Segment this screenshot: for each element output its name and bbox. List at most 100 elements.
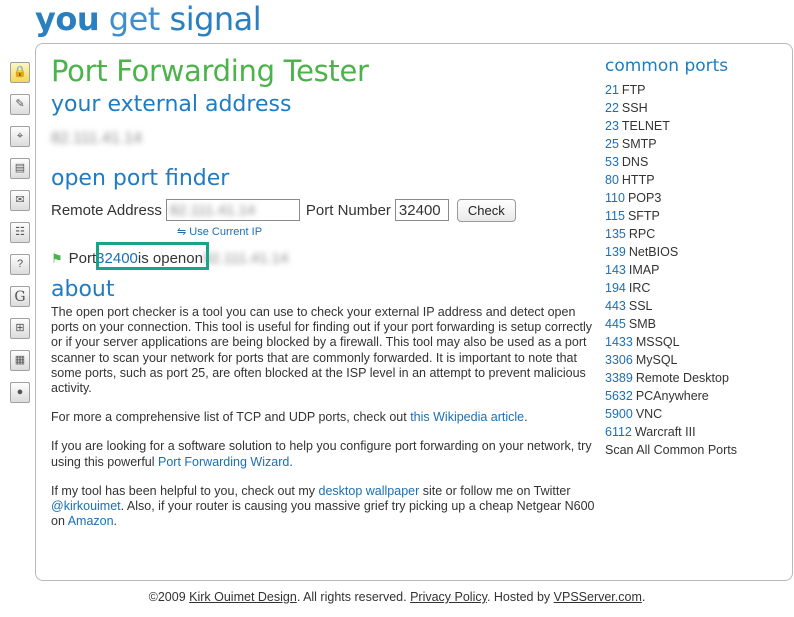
port-item[interactable]: 21 FTP: [605, 81, 785, 99]
port-item[interactable]: 22 SSH: [605, 99, 785, 117]
about-p3-end: .: [289, 454, 293, 469]
footer-rights: . All rights reserved.: [296, 590, 411, 604]
use-current-ip-label[interactable]: Use Current IP: [189, 226, 262, 238]
twitter-link[interactable]: @kirkouimet: [51, 499, 121, 513]
port-item[interactable]: 23 TELNET: [605, 117, 785, 135]
port-item[interactable]: 5632 PCAnywhere: [605, 387, 785, 405]
about-p4-a: If my tool has been helpful to you, chec…: [51, 483, 319, 498]
main-content: Port Forwarding Tester your external add…: [51, 52, 596, 543]
flag-icon: ⚑: [51, 251, 63, 266]
about-p2-end: .: [524, 410, 528, 425]
site-logo[interactable]: you get signal: [35, 0, 262, 38]
port-name: PCAnywhere: [635, 389, 709, 403]
about-paragraph-4: If my tool has been helpful to you, chec…: [51, 484, 596, 530]
vpsserver-link[interactable]: VPSServer.com: [554, 590, 642, 604]
port-number[interactable]: 23: [605, 119, 619, 133]
port-item[interactable]: 139 NetBIOS: [605, 243, 785, 261]
port-item[interactable]: 1433 MSSQL: [605, 333, 785, 351]
use-current-ip-link[interactable]: ⇋ Use Current IP: [177, 225, 596, 239]
port-list: 21 FTP 22 SSH 23 TELNET 25 SMTP 53 DNS 80 HTTP 110 PO…: [605, 81, 785, 441]
scan-all-link[interactable]: Scan All Common Ports: [605, 441, 785, 459]
about-p3-text: If you are looking for a software soluti…: [51, 439, 592, 469]
check-button[interactable]: Check: [456, 198, 516, 222]
common-ports-sidebar: common ports 21 FTP 22 SSH 23 TELNET 25 SMTP 53 D…: [605, 55, 785, 459]
wikipedia-link[interactable]: this Wikipedia article: [410, 410, 524, 424]
port-item[interactable]: 5900 VNC: [605, 405, 785, 423]
port-number[interactable]: 6112: [605, 425, 632, 439]
remote-address-value: 82.111.41.14: [169, 201, 256, 219]
footer: ©2009 Kirk Ouimet Design. All rights res…: [0, 590, 794, 604]
port-number[interactable]: 53: [605, 155, 619, 169]
text-icon[interactable]: ✎: [10, 94, 30, 115]
amazon-link[interactable]: Amazon: [68, 514, 114, 528]
port-name: IMAP: [628, 263, 660, 277]
port-item[interactable]: 3306 MySQL: [605, 351, 785, 369]
port-number-label: Port Number: [305, 201, 391, 219]
port-item[interactable]: 110 POP3: [605, 189, 785, 207]
footer-author-link[interactable]: Kirk Ouimet Design: [189, 590, 297, 604]
port-name: MySQL: [635, 353, 678, 367]
about-heading: about: [51, 277, 115, 302]
desktop-wallpaper-link[interactable]: desktop wallpaper: [319, 484, 420, 498]
logo-get: get: [99, 0, 161, 38]
port-number[interactable]: 5632: [605, 389, 633, 403]
port-number[interactable]: 22: [605, 101, 619, 115]
port-number[interactable]: 194: [605, 281, 626, 295]
port-name: HTTP: [621, 173, 655, 187]
remote-address-input[interactable]: 82.111.41.14: [165, 199, 300, 221]
port-number[interactable]: 443: [605, 299, 626, 313]
globe-icon[interactable]: ●: [10, 382, 30, 403]
port-item[interactable]: 115 SFTP: [605, 207, 785, 225]
port-number[interactable]: 143: [605, 263, 626, 277]
network-icon[interactable]: ☷: [10, 222, 30, 243]
port-name: IRC: [628, 281, 651, 295]
port-number[interactable]: 135: [605, 227, 626, 241]
port-number[interactable]: 139: [605, 245, 626, 259]
port-item[interactable]: 143 IMAP: [605, 261, 785, 279]
port-number-input[interactable]: 32400: [394, 199, 449, 221]
document-icon[interactable]: ▦: [10, 350, 30, 371]
port-number[interactable]: 25: [605, 137, 619, 151]
port-number[interactable]: 115: [605, 209, 625, 223]
port-name: FTP: [621, 83, 646, 97]
port-number[interactable]: 1433: [605, 335, 633, 349]
port-item[interactable]: 443 SSL: [605, 297, 785, 315]
port-number[interactable]: 3306: [605, 353, 633, 367]
port-number[interactable]: 3389: [605, 371, 633, 385]
result-prefix: Port: [68, 250, 97, 267]
port-number[interactable]: 21: [605, 83, 619, 97]
help-icon[interactable]: ?: [10, 254, 30, 275]
printer-icon[interactable]: ▤: [10, 158, 30, 179]
email-icon[interactable]: ✉: [10, 190, 30, 211]
windows-icon[interactable]: ⊞: [10, 318, 30, 339]
port-name: SMTP: [621, 137, 657, 151]
port-check-form: Remote Address 82.111.41.14 Port Number …: [51, 197, 596, 223]
port-number-value: 32400: [398, 201, 441, 219]
lock-icon[interactable]: 🔒: [10, 62, 30, 83]
port-forwarding-wizard-link[interactable]: Port Forwarding Wizard: [158, 455, 289, 469]
port-name: VNC: [635, 407, 663, 421]
port-item[interactable]: 25 SMTP: [605, 135, 785, 153]
port-number[interactable]: 445: [605, 317, 626, 331]
privacy-policy-link[interactable]: Privacy Policy: [410, 590, 487, 604]
port-item[interactable]: 6112 Warcraft III: [605, 423, 785, 441]
port-number[interactable]: 5900: [605, 407, 633, 421]
port-number[interactable]: 80: [605, 173, 619, 187]
location-icon[interactable]: ⌖: [10, 126, 30, 147]
about-p2-text: For more a comprehensive list of TCP and…: [51, 410, 411, 425]
tool-sidebar: 🔒 ✎ ⌖ ▤ ✉ ☷ ? G ⊞ ▦ ●: [10, 62, 32, 414]
port-item[interactable]: 80 HTTP: [605, 171, 785, 189]
port-item[interactable]: 194 IRC: [605, 279, 785, 297]
port-name: SSH: [621, 101, 648, 115]
port-name: DNS: [621, 155, 649, 169]
result-highlight-box: [96, 242, 209, 270]
remote-address-label: Remote Address: [51, 201, 162, 219]
port-item[interactable]: 53 DNS: [605, 153, 785, 171]
external-address-heading: your external address: [51, 92, 292, 117]
port-number[interactable]: 110: [605, 191, 625, 205]
port-item[interactable]: 135 RPC: [605, 225, 785, 243]
port-item[interactable]: 3389 Remote Desktop: [605, 369, 785, 387]
google-icon[interactable]: G: [10, 286, 30, 307]
port-name: Remote Desktop: [635, 371, 729, 385]
port-item[interactable]: 445 SMB: [605, 315, 785, 333]
